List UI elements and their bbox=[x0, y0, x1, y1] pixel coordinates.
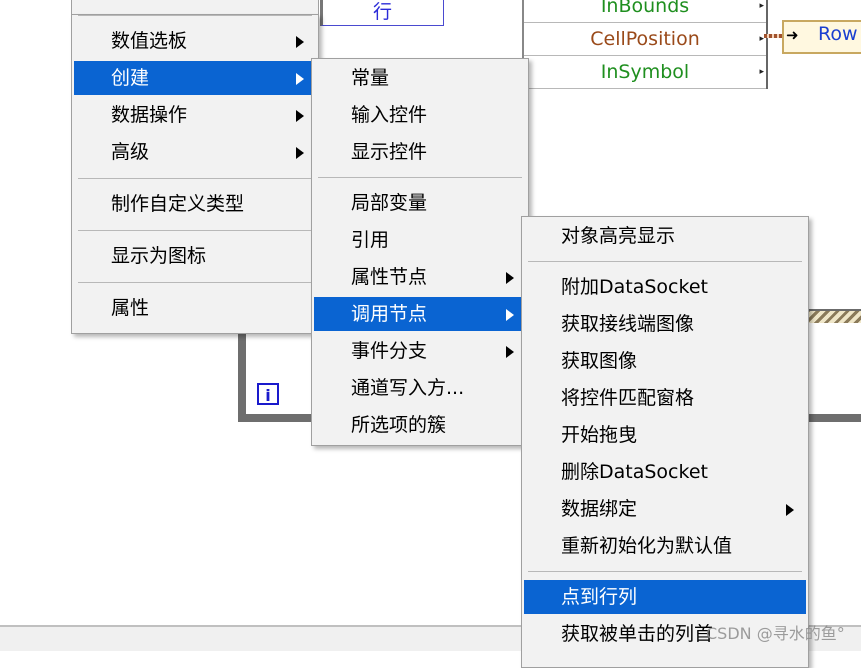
row-indicator-label: Row bbox=[818, 23, 858, 45]
menu-item-remove-datasocket[interactable]: 删除DataSocket bbox=[524, 455, 806, 489]
menu-item-indicator[interactable]: 显示控件 bbox=[314, 135, 526, 169]
context-menu-create: 常量 输入控件 显示控件 局部变量 引用 属性节点 调用节点 事件分支 通道写入… bbox=[311, 58, 529, 446]
cluster-wire[interactable] bbox=[764, 34, 784, 38]
menu-separator bbox=[78, 282, 312, 283]
menu-item-numeric-palette[interactable]: 数值选板 bbox=[74, 24, 316, 58]
menu-item-local-variable[interactable]: 局部变量 bbox=[314, 186, 526, 220]
output-arrow-icon: ▸ bbox=[759, 1, 764, 11]
menu-item-highlight-object[interactable]: 对象高亮显示 bbox=[524, 219, 806, 253]
menu-item-selected-cluster[interactable]: 所选项的簇 bbox=[314, 408, 526, 442]
menu-item-get-terminal-image[interactable]: 获取接线端图像 bbox=[524, 307, 806, 341]
row-index-label: 行 bbox=[373, 1, 393, 23]
menu-item-properties[interactable]: 属性 bbox=[74, 291, 316, 325]
menu-separator bbox=[78, 230, 312, 231]
menu-item-get-image[interactable]: 获取图像 bbox=[524, 344, 806, 378]
submenu-arrow-icon bbox=[786, 504, 794, 516]
submenu-arrow-icon bbox=[296, 147, 304, 159]
iteration-terminal-icon[interactable]: i bbox=[257, 383, 279, 405]
menu-item-view-as-icon[interactable]: 显示为图标 bbox=[74, 239, 316, 273]
arrow-right-icon: ➜ bbox=[786, 26, 799, 44]
menu-item-reinit-to-default[interactable]: 重新初始化为默认值 bbox=[524, 529, 806, 563]
menu-item-start-drag[interactable]: 开始拖曳 bbox=[524, 418, 806, 452]
menu-item-data-operations[interactable]: 数据操作 bbox=[74, 98, 316, 132]
menu-separator bbox=[78, 178, 312, 179]
context-menu-main: 数值选板 创建 数据操作 高级 制作自定义类型 显示为图标 属性 bbox=[71, 14, 319, 334]
row-indicator[interactable]: ➜ Row bbox=[782, 20, 861, 54]
menu-separator bbox=[528, 261, 802, 262]
menu-item-make-typedef[interactable]: 制作自定义类型 bbox=[74, 187, 316, 221]
menu-item-attach-datasocket[interactable]: 附加DataSocket bbox=[524, 270, 806, 304]
loop-frame-left-edge[interactable] bbox=[238, 330, 246, 422]
menu-item-invoke-node[interactable]: 调用节点 bbox=[314, 297, 526, 331]
menu-item-control[interactable]: 输入控件 bbox=[314, 98, 526, 132]
menu-item-reference[interactable]: 引用 bbox=[314, 223, 526, 257]
property-item-cellposition[interactable]: CellPosition ▸ bbox=[524, 23, 766, 56]
menu-item-create[interactable]: 创建 bbox=[74, 61, 316, 95]
submenu-arrow-icon bbox=[506, 346, 514, 358]
menu-top-stub bbox=[71, 0, 319, 14]
submenu-arrow-icon bbox=[296, 110, 304, 122]
menu-item-data-binding[interactable]: 数据绑定 bbox=[524, 492, 806, 526]
property-node[interactable]: InBounds ▸ CellPosition ▸ InSymbol ▸ bbox=[522, 0, 768, 89]
menu-item-channel-writer[interactable]: 通道写入方... bbox=[314, 371, 526, 405]
menu-item-property-node[interactable]: 属性节点 bbox=[314, 260, 526, 294]
property-item-inbounds[interactable]: InBounds ▸ bbox=[524, 0, 766, 23]
loop-frame-bottom-edge-right[interactable] bbox=[800, 414, 861, 422]
menu-separator bbox=[528, 571, 802, 572]
submenu-arrow-icon bbox=[296, 73, 304, 85]
menu-item-event-structure[interactable]: 事件分支 bbox=[314, 334, 526, 368]
context-menu-invoke-node: 对象高亮显示 附加DataSocket 获取接线端图像 获取图像 将控件匹配窗格… bbox=[521, 216, 809, 668]
submenu-arrow-icon bbox=[506, 309, 514, 321]
data-wire[interactable] bbox=[806, 309, 861, 323]
output-arrow-icon: ▸ bbox=[759, 67, 764, 77]
row-index-box: 行 bbox=[320, 0, 444, 26]
menu-item-fit-control-to-pane[interactable]: 将控件匹配窗格 bbox=[524, 381, 806, 415]
menu-separator bbox=[318, 177, 522, 178]
watermark: CSDN @寻水的鱼° bbox=[706, 624, 845, 643]
submenu-arrow-icon bbox=[506, 272, 514, 284]
submenu-arrow-icon bbox=[296, 36, 304, 48]
menu-item-point-to-row-column[interactable]: 点到行列 bbox=[524, 580, 806, 614]
property-item-insymbol[interactable]: InSymbol ▸ bbox=[524, 56, 766, 89]
output-arrow-icon: ▸ bbox=[759, 34, 764, 44]
menu-separator bbox=[78, 15, 312, 16]
menu-item-constant[interactable]: 常量 bbox=[314, 61, 526, 95]
menu-item-advanced[interactable]: 高级 bbox=[74, 135, 316, 169]
